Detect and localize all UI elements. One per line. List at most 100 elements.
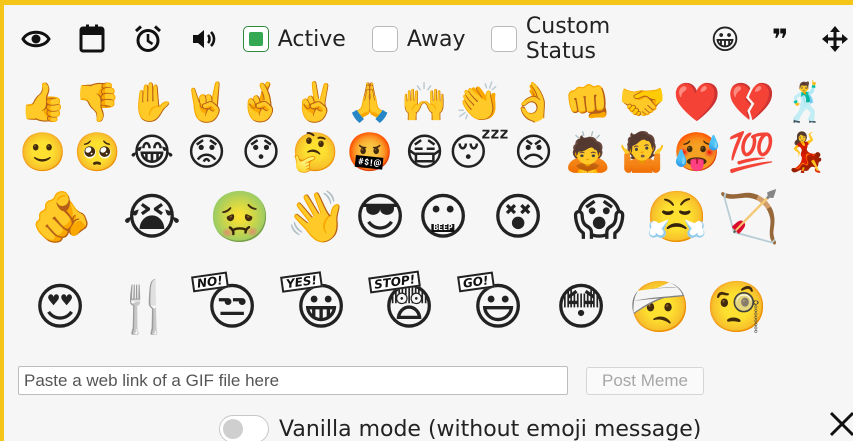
gesture-emoji[interactable]: 🙌 (400, 77, 450, 127)
active-checkbox[interactable] (242, 26, 269, 52)
toggle-knob (223, 419, 243, 439)
close-icon[interactable] (828, 410, 853, 440)
hungry-emoji[interactable]: 🍴 (102, 267, 188, 347)
status-custom-label: Custom Status (525, 14, 611, 64)
emoji-glyph: 😳 (554, 278, 608, 336)
go-sign-emoji[interactable]: 😃 GO! (452, 267, 544, 347)
face-emoji[interactable]: 🙇 (563, 127, 613, 177)
face-emoji[interactable]: 😂 (127, 127, 177, 177)
face-emoji[interactable]: 🤷 (618, 127, 668, 177)
gesture-emoji[interactable]: 👊 (563, 77, 613, 127)
face-emoji[interactable]: 🥺 (73, 127, 123, 177)
no-sign-emoji-glyph: 😒 NO! (190, 271, 258, 332)
post-meme-button[interactable]: Post Meme (586, 367, 704, 395)
gesture-emoji[interactable]: 👎 (73, 77, 123, 127)
yes-sign-emoji[interactable]: 😀 YES! (276, 267, 366, 347)
calendar-icon[interactable] (74, 21, 109, 57)
emoji-glyph: 🫵 (30, 188, 94, 246)
go-sign-emoji-glyph: 😃 GO! (456, 271, 524, 332)
windy-emoji[interactable]: 🧐 (702, 267, 772, 347)
eye-icon[interactable] (18, 21, 53, 57)
vanilla-mode-toggle[interactable]: Vanilla mode (without emoji message) (219, 415, 701, 441)
angry-emoji-glyph: 😤 (646, 192, 708, 242)
staring-emoji-glyph: 😳 (555, 282, 607, 332)
crying-puddle-emoji[interactable]: 😭 (106, 177, 198, 257)
emoji-row-faces: 🙂 🥺 😂 😟 😯 🤔 🤬 😷 😴 😠 🙇 🤷 🥵 💯 💃 (18, 127, 836, 177)
vomit-emoji[interactable]: 🤢 (198, 177, 282, 257)
face-emoji[interactable]: 💯 (727, 127, 777, 177)
robin-hood-emoji-glyph: 🏹 (718, 192, 780, 242)
staring-emoji[interactable]: 😳 (544, 267, 618, 347)
gesture-emoji[interactable]: 💔 (727, 77, 777, 127)
gif-link-input[interactable] (18, 366, 568, 395)
face-emoji[interactable]: 😟 (182, 127, 232, 177)
face-emoji[interactable]: 😠 (509, 127, 559, 177)
alarm-clock-icon[interactable] (130, 21, 165, 57)
speaker-icon[interactable] (187, 21, 222, 57)
gesture-emoji[interactable]: 👌 (509, 77, 559, 127)
heart-emoji-glyph: 😍 (34, 282, 86, 332)
gesture-emoji[interactable]: 👏 (454, 77, 504, 127)
injured-emoji[interactable]: 🤕 (618, 267, 702, 347)
emoji-glyph: 🍴 (113, 278, 177, 336)
pointing-laugh-emoji-glyph: 🫵 (31, 192, 93, 242)
beep-emoji[interactable]: 😶 BEEP (408, 177, 478, 257)
gesture-emoji[interactable]: 🤞 (236, 77, 286, 127)
face-emoji[interactable]: 🥵 (672, 127, 722, 177)
emoji-glyph: 😤 (645, 188, 709, 246)
gesture-emoji[interactable]: ✋ (127, 77, 177, 127)
gesture-emoji[interactable]: ✌️ (291, 77, 341, 127)
gesture-emoji[interactable]: 👍 (18, 77, 68, 127)
sunglasses-emoji[interactable]: 😎 (352, 177, 408, 257)
stop-sign-emoji-glyph: 😨 STOP! (368, 270, 435, 332)
gesture-emoji[interactable]: 🕺 (781, 77, 831, 127)
sunglasses-emoji-glyph: 😎 (354, 192, 406, 242)
vomit-emoji-glyph: 🤢 (209, 192, 271, 242)
move-arrows-icon[interactable] (818, 21, 853, 57)
emoji-glyph: 😵 (491, 188, 545, 246)
quote-icon[interactable]: ❞ (763, 21, 798, 57)
status-away[interactable]: Away (371, 26, 466, 52)
emoji-glyph: 😍 (33, 278, 87, 336)
emoji-panel: Active Away Custom Status 😀 ❞ 👍 👎 ✋ 🤘 🤞 ✌️ 🙏 🙌 👏… (0, 0, 853, 441)
emoji-glyph: 😱 (572, 188, 626, 246)
animated-emoji-row-2: 😍 🍴 😒 NO! 😀 YES! 😨 STOP! 😃 GO! 😳 🤕 🧐 (18, 267, 772, 347)
face-emoji[interactable]: 🙂 (18, 127, 68, 177)
gesture-emoji[interactable]: 🤝 (618, 77, 668, 127)
animated-emoji-row-1: 🫵 😭 🤢 👋 😎 😶 BEEP 😵 😱 😤 🏹 (18, 177, 784, 257)
wave-emoji-glyph: 👋 (286, 192, 348, 242)
quote-glyph: ❞ (772, 22, 789, 56)
stop-sign-emoji[interactable]: 😨 STOP! (366, 267, 452, 347)
injured-emoji-glyph: 🤕 (629, 282, 691, 332)
robin-hood-emoji[interactable]: 🏹 (714, 177, 784, 257)
away-checkbox[interactable] (371, 26, 398, 52)
custom-status-checkbox[interactable] (491, 26, 517, 52)
gesture-emoji[interactable]: 🙏 (345, 77, 395, 127)
shocked-emoji-glyph: 😱 (573, 192, 625, 242)
emoji-glyph: 🤢 (208, 188, 272, 246)
head-shake-emoji[interactable]: 😵 (478, 177, 558, 257)
heart-emoji[interactable]: 😍 (18, 267, 102, 347)
face-emoji[interactable]: 💃 (781, 127, 831, 177)
angry-emoji[interactable]: 😤 (640, 177, 714, 257)
status-active[interactable]: Active (242, 26, 346, 52)
shocked-emoji[interactable]: 😱 (558, 177, 640, 257)
beep-label: BEEP (431, 223, 455, 232)
face-emoji[interactable]: 🤬 (345, 127, 395, 177)
status-away-label: Away (406, 26, 466, 52)
face-emoji[interactable]: 😯 (236, 127, 286, 177)
face-emoji[interactable]: 😷 (400, 127, 450, 177)
no-sign-emoji[interactable]: 😒 NO! (188, 267, 276, 347)
face-emoji[interactable]: 🤔 (291, 127, 341, 177)
pointing-laugh-emoji[interactable]: 🫵 (18, 177, 106, 257)
emoji-glyph: 🤕 (628, 278, 692, 336)
toggle-switch[interactable] (219, 415, 269, 441)
emoji-glyph: 😭 (122, 188, 182, 246)
gesture-emoji[interactable]: 🤘 (182, 77, 232, 127)
grinning-face-icon[interactable]: 😀 (707, 21, 742, 57)
status-custom[interactable]: Custom Status (491, 14, 683, 64)
gesture-emoji[interactable]: ❤️ (672, 77, 722, 127)
crying-puddle-emoji-glyph: 😭 (123, 192, 181, 242)
wave-emoji[interactable]: 👋 (282, 177, 352, 257)
face-emoji[interactable]: 😴 (449, 127, 510, 177)
